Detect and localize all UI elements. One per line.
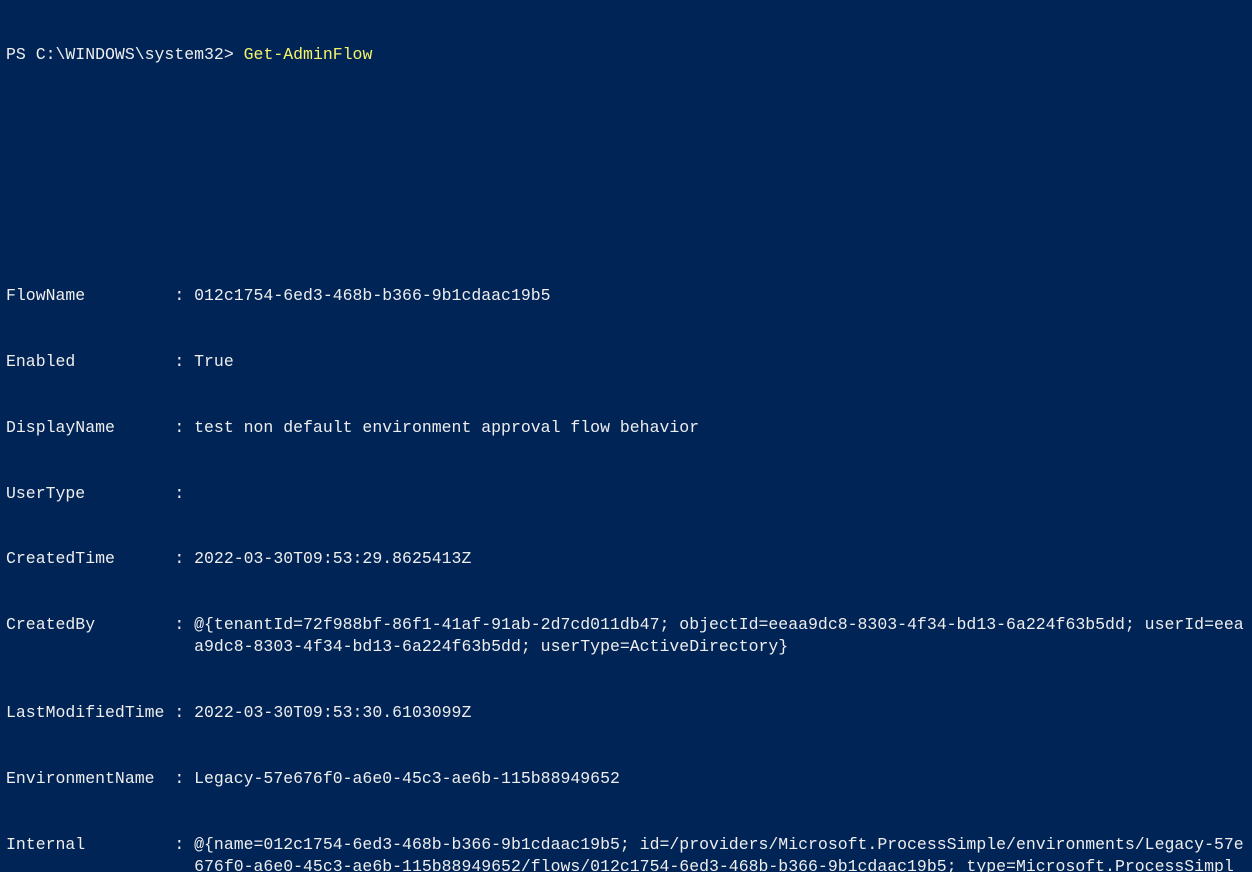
property-row: CreatedTime: 2022-03-30T09:53:29.8625413… bbox=[6, 548, 1252, 570]
property-row: Enabled: True bbox=[6, 351, 1252, 373]
colon: : bbox=[174, 548, 194, 570]
property-row: LastModifiedTime: 2022-03-30T09:53:30.61… bbox=[6, 702, 1252, 724]
property-label: EnvironmentName bbox=[6, 768, 174, 790]
colon: : bbox=[174, 285, 194, 307]
property-label: Internal bbox=[6, 834, 174, 856]
property-row: FlowName: 012c1754-6ed3-468b-b366-9b1cda… bbox=[6, 285, 1252, 307]
property-row: Internal: @{name=012c1754-6ed3-468b-b366… bbox=[6, 834, 1252, 872]
colon: : bbox=[174, 768, 194, 790]
colon: : bbox=[174, 702, 194, 724]
property-value: Legacy-57e676f0-a6e0-45c3-ae6b-115b88949… bbox=[194, 768, 1244, 790]
blank-line bbox=[6, 176, 1252, 198]
powershell-terminal[interactable]: PS C:\WINDOWS\system32> Get-AdminFlow Fl… bbox=[0, 0, 1252, 872]
blank-line bbox=[6, 110, 1252, 132]
prompt-prefix: PS C:\WINDOWS\system32> bbox=[6, 45, 244, 64]
property-value: @{name=012c1754-6ed3-468b-b366-9b1cdaac1… bbox=[194, 834, 1244, 872]
property-row: DisplayName: test non default environmen… bbox=[6, 417, 1252, 439]
property-value: True bbox=[194, 351, 1244, 373]
property-label: LastModifiedTime bbox=[6, 702, 174, 724]
property-value: 2022-03-30T09:53:29.8625413Z bbox=[194, 548, 1244, 570]
colon: : bbox=[174, 483, 194, 505]
colon: : bbox=[174, 614, 194, 636]
colon: : bbox=[174, 417, 194, 439]
colon: : bbox=[174, 834, 194, 856]
property-label: CreatedBy bbox=[6, 614, 174, 636]
property-value: 2022-03-30T09:53:30.6103099Z bbox=[194, 702, 1244, 724]
property-row: CreatedBy: @{tenantId=72f988bf-86f1-41af… bbox=[6, 614, 1252, 658]
property-value: test non default environment approval fl… bbox=[194, 417, 1244, 439]
property-label: DisplayName bbox=[6, 417, 174, 439]
property-label: Enabled bbox=[6, 351, 174, 373]
property-value: 012c1754-6ed3-468b-b366-9b1cdaac19b5 bbox=[194, 285, 1244, 307]
command-text: Get-AdminFlow bbox=[244, 45, 373, 64]
property-label: UserType bbox=[6, 483, 174, 505]
property-label: FlowName bbox=[6, 285, 174, 307]
property-row: EnvironmentName: Legacy-57e676f0-a6e0-45… bbox=[6, 768, 1252, 790]
property-row: UserType: bbox=[6, 483, 1252, 505]
colon: : bbox=[174, 351, 194, 373]
command-line: PS C:\WINDOWS\system32> Get-AdminFlow bbox=[6, 44, 1252, 66]
property-label: CreatedTime bbox=[6, 548, 174, 570]
property-value: @{tenantId=72f988bf-86f1-41af-91ab-2d7cd… bbox=[194, 614, 1244, 658]
